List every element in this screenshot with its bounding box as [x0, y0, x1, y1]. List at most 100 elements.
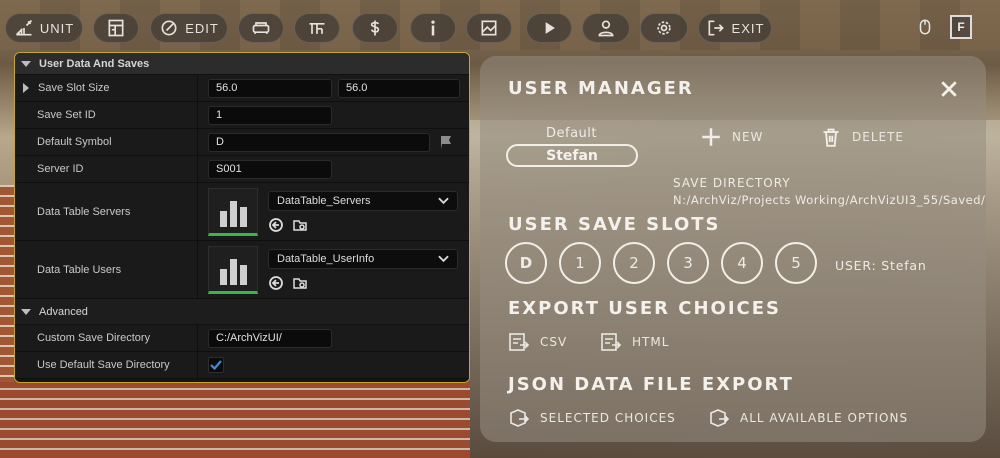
play-button[interactable] [526, 13, 572, 43]
current-user-button[interactable]: Stefan [506, 144, 638, 167]
current-user-name: Stefan [546, 147, 598, 164]
row-save-slot-size: Save Slot Size 56.0 56.0 [15, 75, 469, 102]
value-wrap: D [198, 129, 469, 155]
advanced-title: Advanced [39, 305, 88, 318]
export-all-options-button[interactable]: ALL AVAILABLE OPTIONS [708, 408, 908, 428]
save-set-id-input[interactable]: 1 [208, 105, 332, 125]
server-id-input[interactable]: S001 [208, 159, 332, 179]
value-wrap: C:/ArchVizUI/ [198, 325, 469, 351]
top-toolbar: UNIT EDIT EXIT [0, 10, 1000, 44]
row-custom-save-directory: Custom Save Directory C:/ArchVizUI/ [15, 325, 469, 352]
data-table-servers-dropdown[interactable]: DataTable_Servers [268, 190, 458, 211]
floorplan-button[interactable] [93, 13, 139, 43]
flag-icon[interactable] [438, 134, 454, 150]
use-selected-arrow-icon[interactable] [268, 217, 284, 233]
section-title: User Data And Saves [39, 57, 150, 70]
default-symbol-input[interactable]: D [208, 132, 430, 152]
asset-actions [268, 275, 458, 291]
background-brick-wall-left [0, 185, 14, 385]
info-icon [431, 20, 435, 36]
gallery-button[interactable] [466, 13, 512, 43]
asset-actions [268, 217, 458, 233]
section-user-data-and-saves[interactable]: User Data And Saves [15, 53, 469, 75]
exit-button[interactable]: EXIT [698, 13, 772, 43]
user-icon [598, 20, 614, 37]
value-wrap: 1 [198, 102, 469, 128]
browse-folder-icon[interactable] [292, 275, 308, 291]
chevron-down-icon [438, 197, 449, 204]
row-label-wrap: Save Slot Size [15, 75, 198, 101]
custom-save-directory-input[interactable]: C:/ArchVizUI/ [208, 328, 332, 348]
html-label: HTML [632, 335, 670, 349]
layout-button[interactable] [294, 13, 340, 43]
save-slot-size-x-input[interactable]: 56.0 [208, 78, 332, 98]
json-export-icon [710, 409, 730, 427]
new-user-button[interactable]: NEW [700, 127, 763, 147]
label-data-table-users: Data Table Users [15, 241, 198, 298]
json-export-icon [510, 409, 530, 427]
collapse-triangle-icon [21, 308, 31, 315]
data-table-thumbnail[interactable] [208, 187, 258, 236]
delete-user-button[interactable]: DELETE [820, 127, 904, 147]
unit-button[interactable]: UNIT [5, 13, 83, 43]
checkmark-icon [210, 360, 222, 371]
section-advanced[interactable]: Advanced [15, 299, 469, 325]
save-slot-default[interactable]: D [505, 242, 547, 284]
delete-label: DELETE [852, 130, 905, 144]
value-wrap: S001 [198, 156, 469, 182]
browse-folder-icon[interactable] [292, 217, 308, 233]
export-html-button[interactable]: HTML [600, 332, 669, 352]
row-default-symbol: Default Symbol D [15, 129, 469, 156]
info-button[interactable] [410, 13, 456, 43]
value-wrap: DataTable_Servers [198, 183, 469, 240]
edit-label: EDIT [185, 20, 219, 36]
default-user-label: Default [546, 126, 597, 141]
label-save-set-id: Save Set ID [15, 102, 198, 128]
label-server-id: Server ID [15, 156, 198, 182]
data-table-thumbnail[interactable] [208, 245, 258, 294]
user-button[interactable] [582, 13, 630, 43]
save-slot-4[interactable]: 4 [721, 242, 763, 284]
save-slot-1[interactable]: 1 [559, 242, 601, 284]
label-use-default-save-directory: Use Default Save Directory [15, 352, 198, 378]
collapse-triangle-icon [21, 60, 31, 67]
dropdown-value: DataTable_UserInfo [277, 252, 375, 265]
chevron-down-icon [438, 255, 449, 262]
sofa-icon [252, 22, 270, 34]
mouse-icon[interactable] [916, 16, 934, 43]
furniture-button[interactable] [238, 13, 284, 43]
new-label: NEW [732, 130, 764, 144]
export-csv-button[interactable]: CSV [508, 332, 567, 352]
user-save-slots-title: USER SAVE SLOTS [508, 214, 721, 235]
f-key-badge[interactable]: F [950, 15, 972, 39]
dollar-icon [370, 20, 380, 36]
image-icon [481, 20, 497, 36]
settings-button[interactable] [640, 13, 688, 43]
asset-picker: DataTable_UserInfo [268, 248, 458, 291]
data-table-users-dropdown[interactable]: DataTable_UserInfo [268, 248, 458, 269]
use-selected-arrow-icon[interactable] [268, 275, 284, 291]
use-default-save-directory-checkbox[interactable] [208, 357, 224, 373]
save-slot-size-y-input[interactable]: 56.0 [338, 78, 460, 98]
exit-label: EXIT [731, 20, 765, 36]
row-use-default-save-directory: Use Default Save Directory [15, 352, 469, 379]
save-slot-3[interactable]: 3 [667, 242, 709, 284]
label-save-slot-size: Save Slot Size [38, 82, 110, 94]
edit-button[interactable]: EDIT [150, 13, 228, 43]
floorplan-icon [108, 19, 124, 37]
close-icon[interactable] [940, 80, 958, 98]
pricing-button[interactable] [352, 13, 398, 43]
save-slot-5[interactable]: 5 [775, 242, 817, 284]
user-manager-panel: USER MANAGER Default Stefan NEW DELETE S… [480, 56, 986, 442]
expand-triangle-icon[interactable] [23, 83, 29, 93]
row-server-id: Server ID S001 [15, 156, 469, 183]
trash-icon [823, 128, 839, 147]
layout-icon [309, 23, 325, 34]
f-key-label: F [957, 20, 965, 34]
export-selected-choices-button[interactable]: SELECTED CHOICES [508, 408, 676, 428]
selected-choices-label: SELECTED CHOICES [540, 411, 676, 425]
csv-label: CSV [540, 335, 568, 349]
user-status: USER: Stefan [835, 258, 927, 273]
background-brick-wall [0, 382, 470, 458]
save-slot-2[interactable]: 2 [613, 242, 655, 284]
